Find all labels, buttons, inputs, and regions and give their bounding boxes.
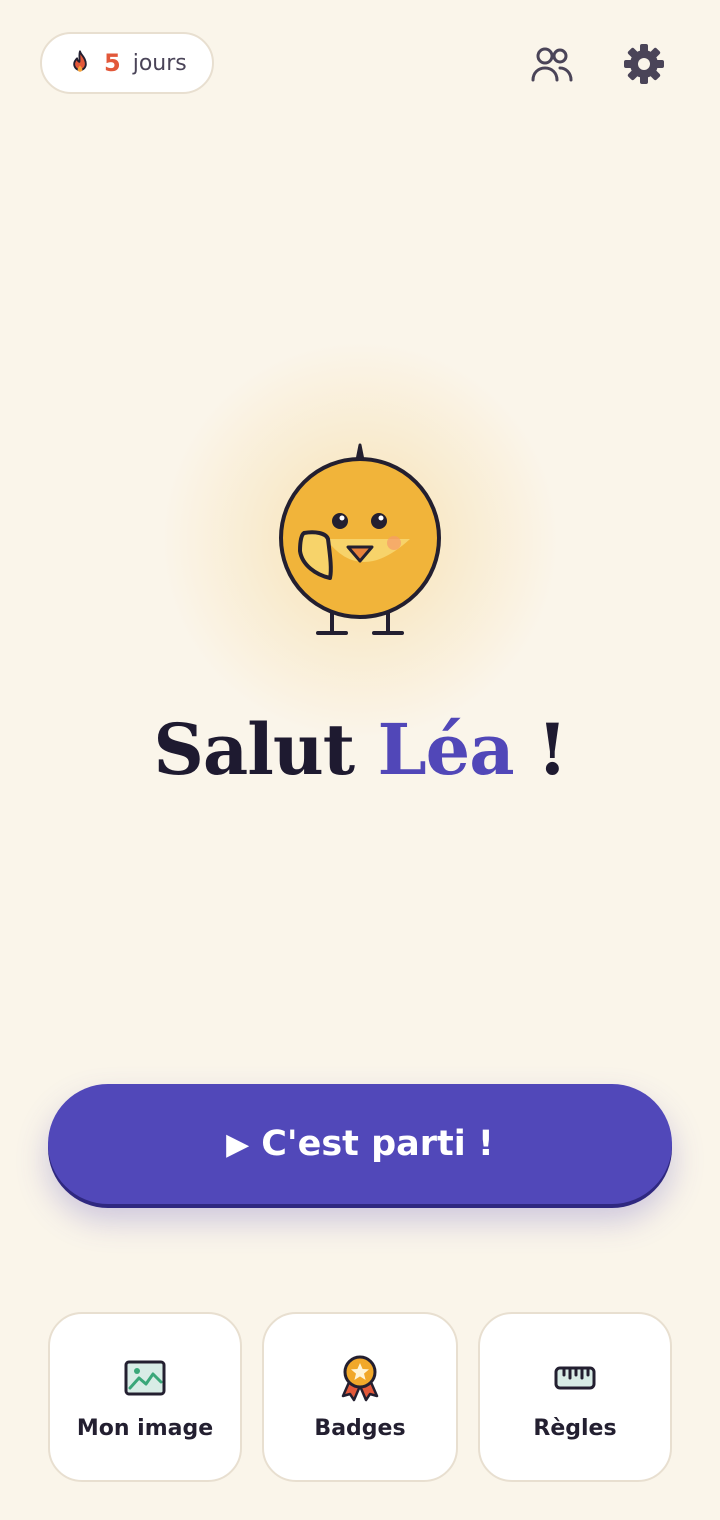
rules-card[interactable]: Règles <box>478 1312 672 1482</box>
rules-label: Règles <box>533 1416 617 1441</box>
my-image-card[interactable]: Mon image <box>48 1312 242 1482</box>
badges-label: Badges <box>314 1416 406 1441</box>
streak-badge[interactable]: 5 jours <box>40 32 214 94</box>
my-image-label: Mon image <box>76 1416 214 1441</box>
badges-card[interactable]: Badges <box>262 1312 458 1482</box>
flame-icon <box>73 50 87 72</box>
user-name: Léa <box>377 708 514 791</box>
medal-icon <box>341 1355 379 1402</box>
streak-count: 5 <box>104 49 121 77</box>
ruler-icon <box>554 1366 596 1390</box>
play-icon: ▶ <box>226 1126 250 1162</box>
streak-unit: jours <box>132 50 187 76</box>
gear-icon[interactable] <box>620 40 668 88</box>
greeting-suffix: ! <box>536 708 568 791</box>
shortcut-cards: Mon image Badges Règles <box>48 1312 672 1484</box>
people-icon[interactable] <box>528 40 576 88</box>
image-icon <box>124 1360 166 1396</box>
start-button[interactable]: ▶ C'est parti ! <box>48 1084 672 1204</box>
chick-mascot <box>279 443 441 635</box>
greeting-prefix: Salut <box>153 708 355 791</box>
start-button-label: C'est parti ! <box>261 1124 494 1164</box>
greeting-title: Salut Léa ! <box>0 708 720 791</box>
